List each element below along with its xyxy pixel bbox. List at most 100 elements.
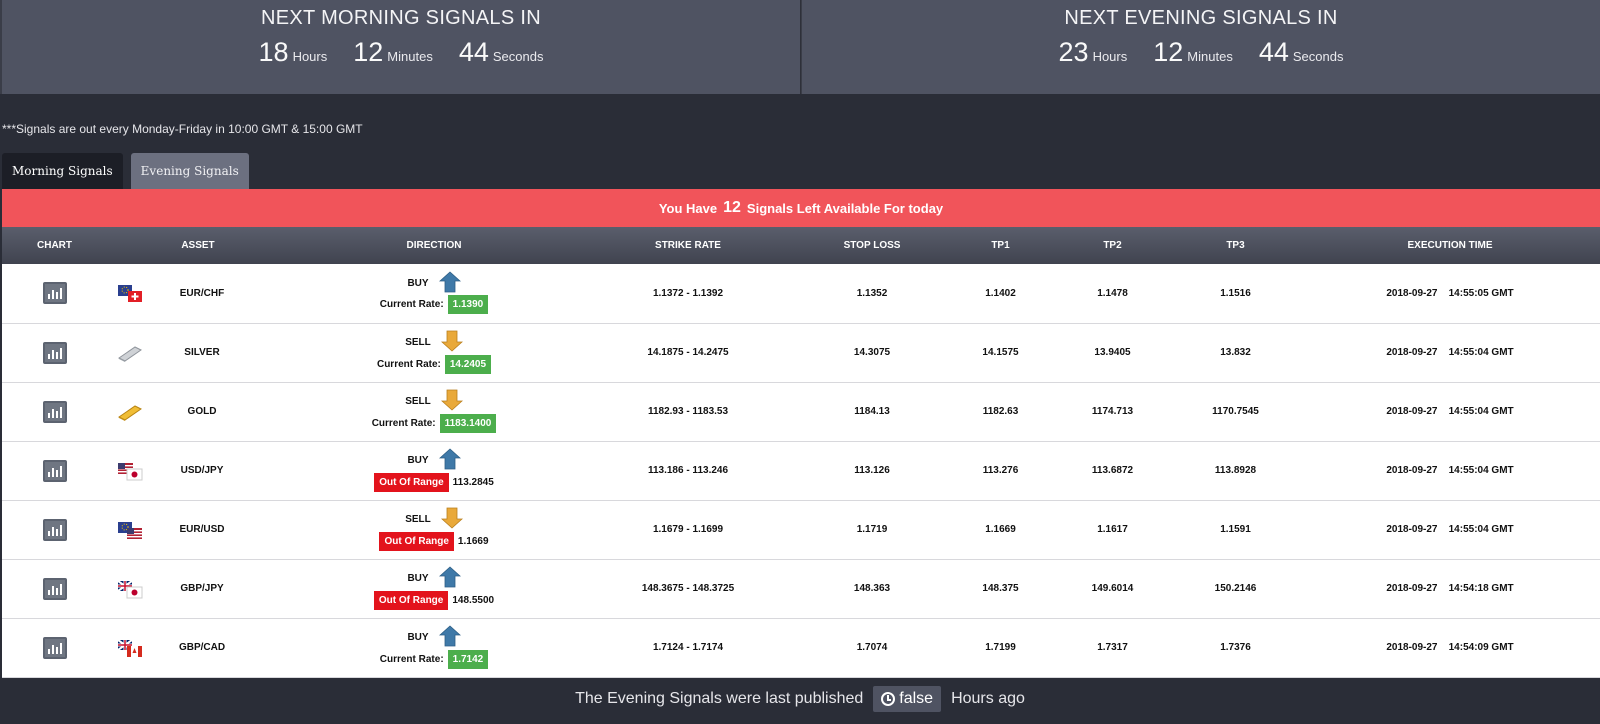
countdown-bar: NEXT MORNING SIGNALS IN 18 Hours 12 Minute… <box>0 0 1600 94</box>
chart-cell <box>2 264 107 323</box>
out-of-range-badge: Out Of Range <box>379 531 454 551</box>
direction-cell: SELL Out Of Range 1.1669 <box>289 500 579 559</box>
current-rate-value: 1.1669 <box>457 535 489 547</box>
asset-cell: EUR/USD <box>107 500 289 559</box>
current-rate-badge: 14.2405 <box>444 354 492 374</box>
chart-cell <box>2 618 107 677</box>
chart-icon[interactable] <box>42 400 67 423</box>
direction-label: SELL <box>405 396 431 407</box>
stop-loss-cell: 1184.13 <box>854 406 890 417</box>
morning-countdown-panel: NEXT MORNING SIGNALS IN 18 Hours 12 Minute… <box>0 0 801 94</box>
tp3-cell: 1.1591 <box>1220 524 1251 535</box>
execution-time: 14:55:04 GMT <box>1448 347 1514 358</box>
chart-cell <box>2 500 107 559</box>
chart-icon[interactable] <box>42 577 67 600</box>
usd-jpy-flag-icon <box>117 461 143 481</box>
tp3-cell: 1170.7545 <box>1212 406 1259 417</box>
table-row: USD/JPY BUY Out Of Range 113.2845 113.186 - … <box>2 441 1600 500</box>
execution-time-cell: 2018-09-27 14:55:05 GMT <box>1300 264 1600 323</box>
tp1-cell: 148.375 <box>982 583 1019 594</box>
strike-rate-cell: 148.3675 - 148.3725 <box>641 583 735 594</box>
execution-time-cell: 2018-09-27 14:55:04 GMT <box>1300 500 1600 559</box>
chart-icon[interactable] <box>42 459 67 482</box>
tab-morning-signals[interactable]: Morning Signals <box>2 153 123 189</box>
stop-loss-cell: 1.1719 <box>856 524 888 535</box>
evening-countdown-panel: NEXT EVENING SIGNALS IN 23 Hours 12 Minute… <box>801 0 1600 94</box>
sell-arrow-icon <box>440 330 463 355</box>
asset-name: USD/JPY <box>180 465 224 476</box>
direction-label: BUY <box>407 455 429 466</box>
execution-date: 2018-09-27 <box>1386 287 1438 299</box>
eur-usd-flag-icon <box>117 520 143 540</box>
execution-time-cell: 2018-09-27 14:54:18 GMT <box>1300 559 1600 618</box>
sell-arrow-icon <box>440 389 463 414</box>
tp3-cell: 113.8928 <box>1214 465 1257 476</box>
footer-suffix: Hours ago <box>951 690 1025 707</box>
header-execution-time: EXECUTION TIME <box>1300 227 1600 264</box>
stop-loss-cell: 113.126 <box>854 465 890 476</box>
execution-date: 2018-09-27 <box>1386 583 1438 594</box>
signals-table-wrap: CHART ASSET DIRECTION STRIKE RATE STOP L… <box>2 227 1600 678</box>
last-published-footer: The Evening Signals were last published … <box>0 674 1600 724</box>
header-tp2: TP2 <box>1054 227 1171 264</box>
direction-cell: SELL Current Rate: 1183.1400 <box>289 382 579 441</box>
current-rate-badge: 1.7142 <box>447 649 489 669</box>
tp1-cell: 1.1402 <box>985 287 1016 299</box>
gbp-jpy-flag-icon <box>117 579 143 599</box>
execution-time: 14:55:04 GMT <box>1448 465 1514 476</box>
direction-cell: BUY Out Of Range 113.2845 <box>289 441 579 500</box>
morning-minutes-value: 12 <box>353 37 384 67</box>
morning-seconds-label: Seconds <box>492 49 544 64</box>
asset-cell: GOLD <box>107 382 289 441</box>
buy-arrow-icon <box>438 448 461 473</box>
morning-countdown-title: NEXT MORNING SIGNALS IN <box>261 7 541 29</box>
direction-cell: BUY Current Rate: 1.1390 <box>289 264 579 323</box>
execution-date: 2018-09-27 <box>1386 642 1438 653</box>
current-rate-label: Current Rate: <box>371 417 436 429</box>
gold-bar-icon <box>117 402 143 422</box>
header-stop-loss: STOP LOSS <box>797 227 947 264</box>
asset-cell: GBP/CAD <box>107 618 289 677</box>
execution-time-cell: 2018-09-27 14:54:09 GMT <box>1300 618 1600 677</box>
tp2-cell: 149.6014 <box>1091 583 1134 594</box>
evening-hours-value: 23 <box>1058 37 1089 67</box>
schedule-note: ***Signals are out every Monday-Friday i… <box>2 122 363 136</box>
direction-label: SELL <box>405 337 431 348</box>
current-rate-label: Current Rate: <box>376 358 441 370</box>
chart-icon[interactable] <box>42 341 67 364</box>
asset-name: GBP/JPY <box>180 583 224 594</box>
direction-cell: BUY Current Rate: 1.7142 <box>289 618 579 677</box>
execution-time: 14:55:04 GMT <box>1448 524 1514 535</box>
header-asset: ASSET <box>107 227 289 264</box>
tp2-cell: 13.9405 <box>1094 347 1131 358</box>
out-of-range-badge: Out Of Range <box>373 590 449 610</box>
table-header-row: CHART ASSET DIRECTION STRIKE RATE STOP L… <box>2 227 1600 264</box>
tp3-cell: 1.1516 <box>1220 287 1251 299</box>
execution-date: 2018-09-27 <box>1386 347 1438 358</box>
chart-cell <box>2 323 107 382</box>
tab-evening-signals[interactable]: Evening Signals <box>130 153 249 189</box>
direction-label: SELL <box>405 514 431 525</box>
table-row: GBP/JPY BUY Out Of Range 148.5500 148.3675 -… <box>2 559 1600 618</box>
table-row: GOLD SELL Current Rate: 1183.1400 1182.93 - … <box>2 382 1600 441</box>
chart-icon[interactable] <box>42 518 67 541</box>
banner-prefix: You Have <box>658 200 718 216</box>
evening-seconds-label: Seconds <box>1292 49 1344 64</box>
tp2-cell: 1.1478 <box>1097 287 1128 299</box>
direction-label: BUY <box>407 632 429 643</box>
execution-time: 14:54:09 GMT <box>1448 642 1514 653</box>
morning-seconds-value: 44 <box>458 37 489 67</box>
execution-time-cell: 2018-09-27 14:55:04 GMT <box>1300 441 1600 500</box>
last-published-value: false <box>899 690 934 707</box>
signals-left-count: 12 <box>723 199 741 216</box>
chart-cell <box>2 559 107 618</box>
table-row: EUR/CHF BUY Current Rate: 1.1390 1.1372 - 1.… <box>2 264 1600 323</box>
morning-hours-value: 18 <box>258 37 289 67</box>
gbp-cad-flag-icon <box>117 638 143 658</box>
table-row: GBP/CAD BUY Current Rate: 1.7142 1.7124 - 1.… <box>2 618 1600 677</box>
current-rate-badge: 1183.1400 <box>439 413 497 433</box>
eur-chf-flag-icon <box>117 283 143 303</box>
chart-icon[interactable] <box>42 636 67 659</box>
footer-prefix: The Evening Signals were last published <box>575 690 864 707</box>
chart-icon[interactable] <box>42 282 67 305</box>
